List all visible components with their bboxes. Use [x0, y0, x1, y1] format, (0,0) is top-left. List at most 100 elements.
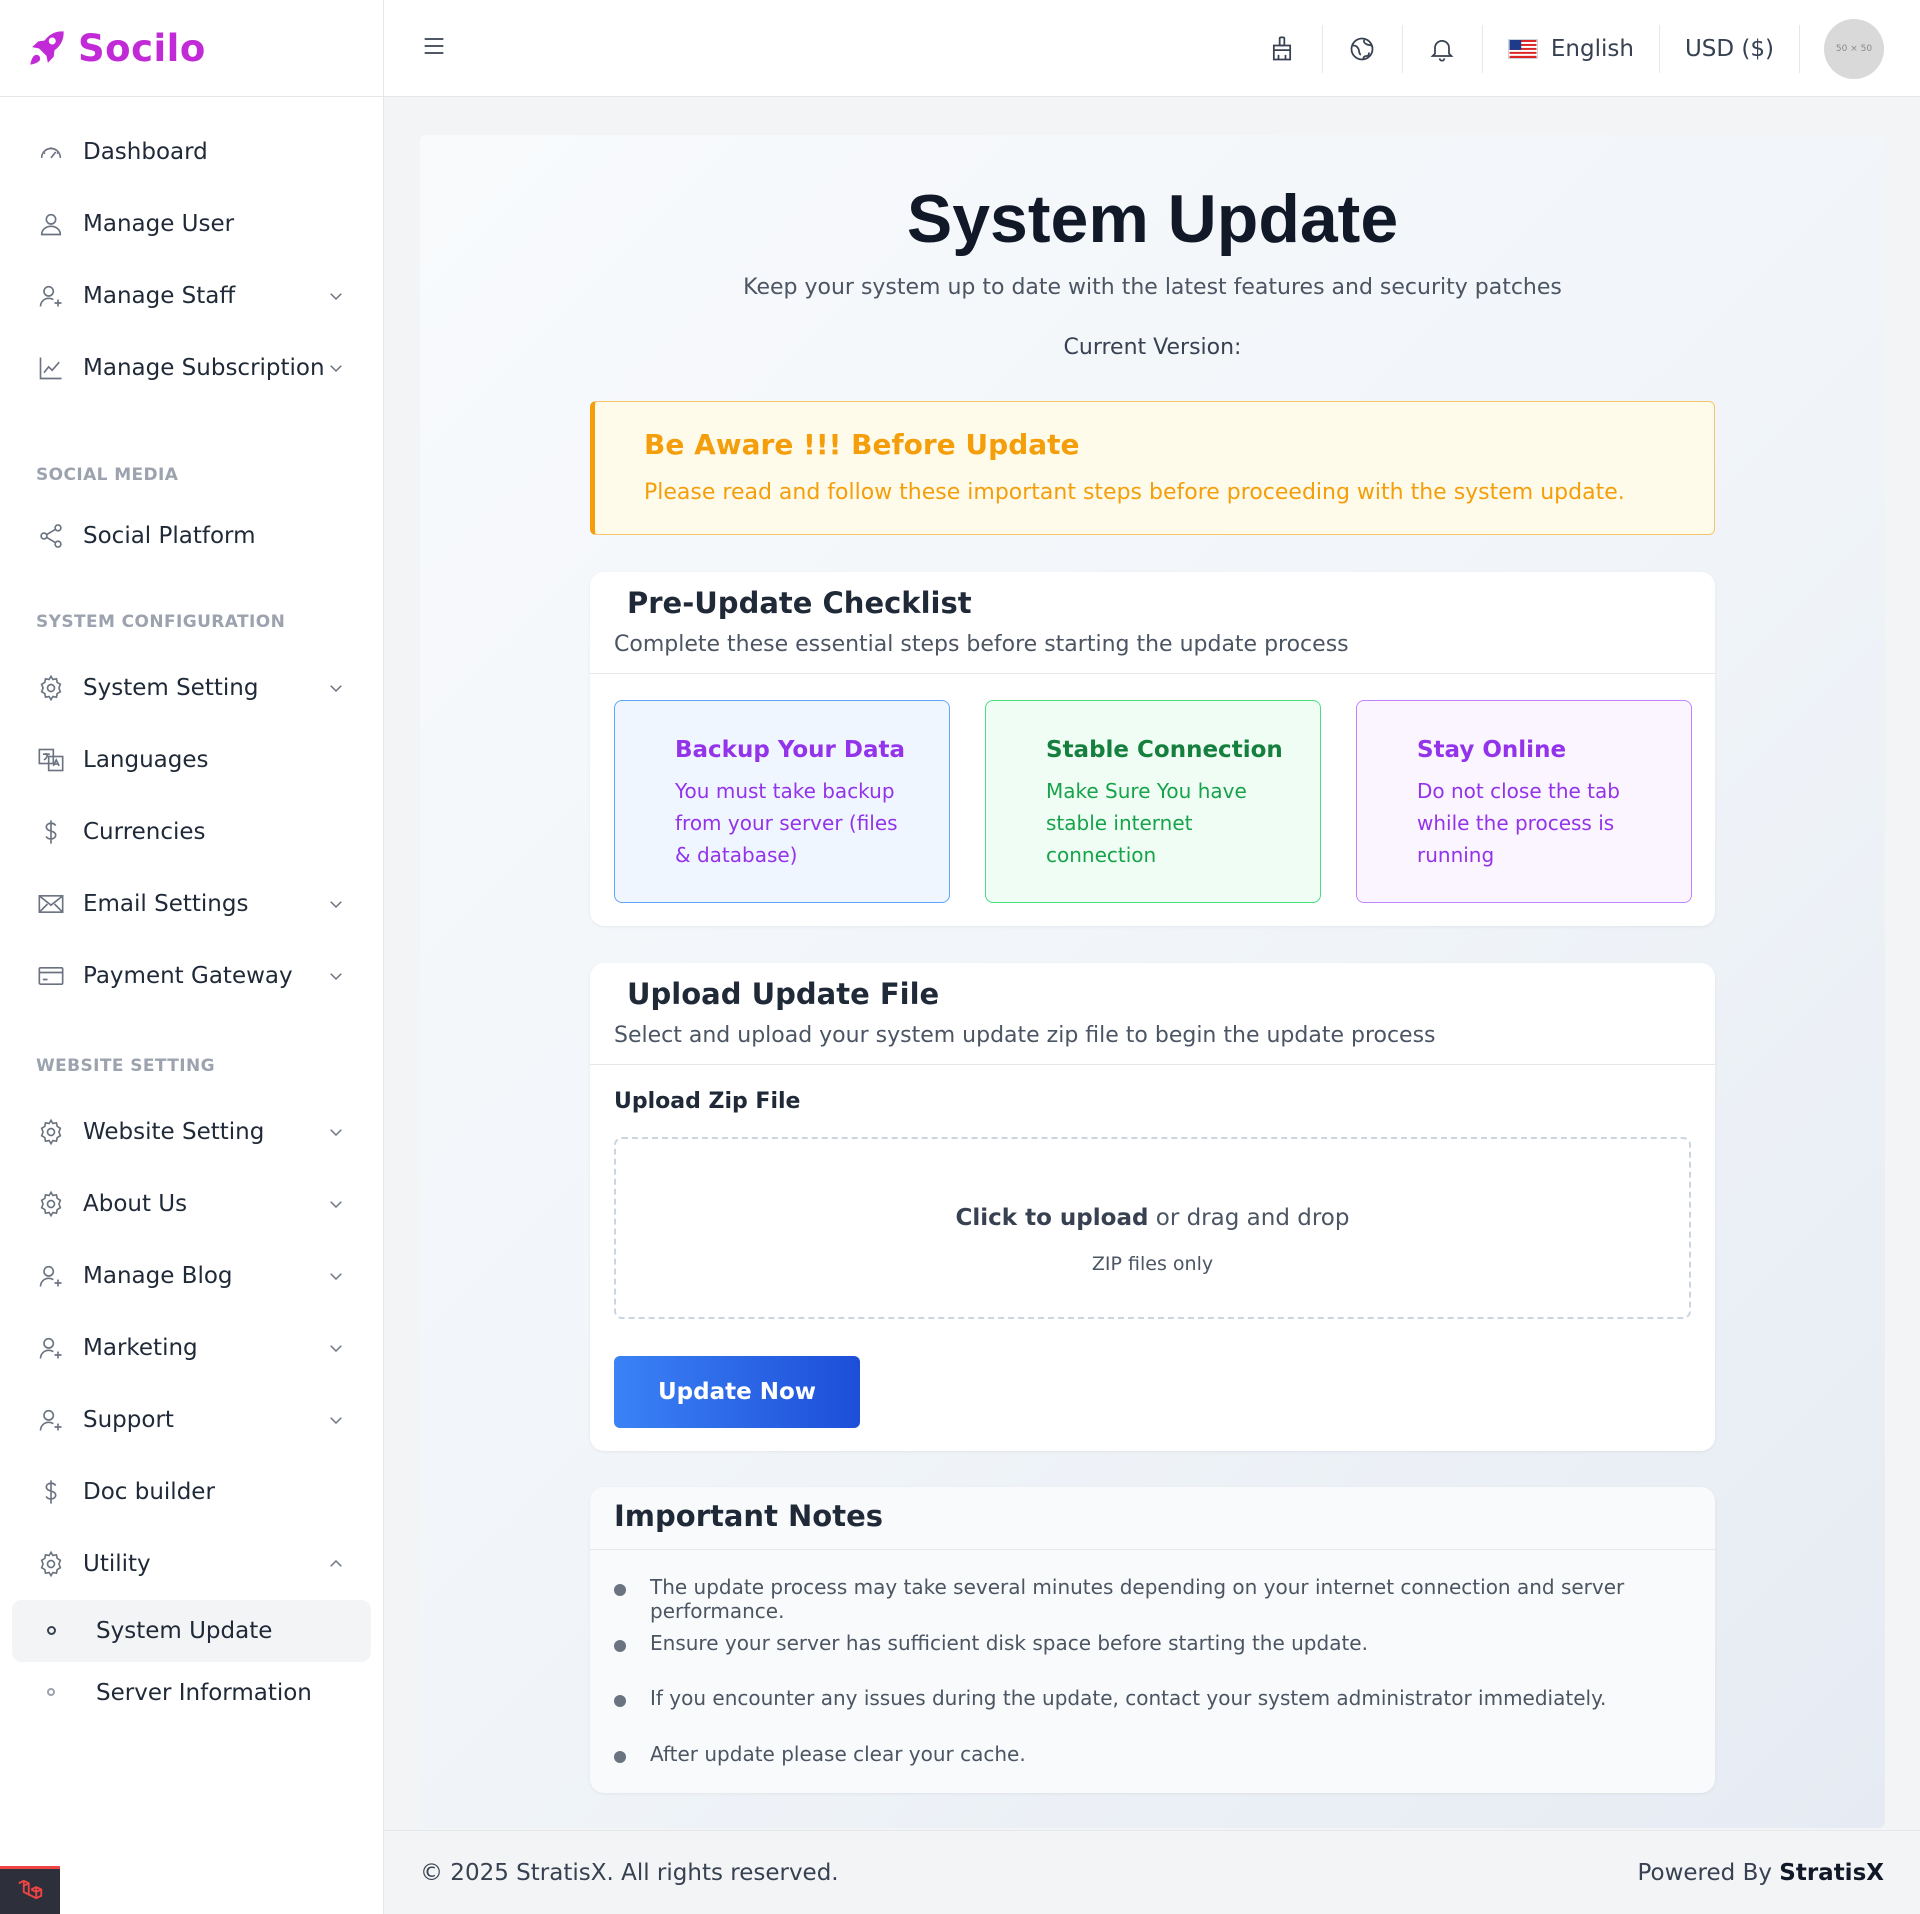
list-item: Ensure your server has sufficient disk s…: [614, 1631, 1715, 1687]
note-text: After update please clear your cache.: [650, 1741, 1026, 1766]
gauge-icon: [36, 137, 66, 167]
sidebar-item-support[interactable]: Support: [0, 1384, 383, 1456]
sidebar-item-manage-user[interactable]: Manage User: [0, 188, 383, 260]
clear-cache-button[interactable]: [1243, 24, 1323, 73]
section-label-social-media: SOCIAL MEDIA: [36, 465, 179, 485]
hamburger-menu-icon[interactable]: [420, 32, 448, 60]
sidebar-nav: Dashboard Manage User Manage Staff Manag…: [0, 97, 383, 1724]
checklist-item-text: Do not close the tab while the process i…: [1417, 779, 1620, 867]
chevron-down-icon: [330, 365, 342, 373]
pre-update-checklist-card: Pre-Update Checklist Complete these esse…: [590, 572, 1715, 926]
dollar-icon: [36, 1477, 66, 1507]
brand-logo[interactable]: Socilo: [0, 0, 383, 97]
envelope-icon: [36, 889, 66, 919]
chevron-down-icon: [330, 1417, 342, 1425]
chevron-up-icon: [330, 1559, 342, 1567]
top-bar: English USD ($) 50 × 50: [384, 0, 1920, 97]
dropzone-hint: ZIP files only: [1091, 1253, 1214, 1275]
user-plus-icon: [36, 1333, 66, 1363]
sidebar-subitem-server-information[interactable]: Server Information: [12, 1662, 371, 1724]
list-item: The update process may take several minu…: [614, 1575, 1715, 1631]
dollar-icon: [36, 817, 66, 847]
click-to-upload-link[interactable]: Click to upload: [956, 1205, 1149, 1231]
currency-label: USD ($): [1684, 35, 1774, 62]
current-version: Current Version:: [1063, 335, 1242, 360]
sidebar-item-label: Languages: [83, 747, 209, 773]
copyright-text: © 2025 StratisX. All rights reserved.: [420, 1860, 839, 1886]
translate-icon: [36, 745, 66, 775]
chevron-down-icon: [330, 1273, 342, 1281]
sidebar-item-payment-gateway[interactable]: Payment Gateway: [0, 940, 383, 1012]
sidebar-item-label: Social Platform: [83, 523, 256, 549]
page-footer: © 2025 StratisX. All rights reserved. Po…: [384, 1830, 1920, 1914]
chevron-down-icon: [330, 685, 342, 693]
card-header: Upload Update File Select and upload you…: [590, 963, 1715, 1065]
important-notes-card: Important Notes The update process may t…: [590, 1487, 1715, 1793]
checklist-item-backup: Backup Your Data You must take backup fr…: [614, 700, 950, 903]
sidebar-item-utility[interactable]: Utility: [0, 1528, 383, 1600]
sidebar-item-label: Payment Gateway: [83, 963, 293, 989]
notes-list: The update process may take several minu…: [614, 1575, 1715, 1797]
update-now-button[interactable]: Update Now: [614, 1356, 860, 1428]
sidebar-subitem-system-update[interactable]: System Update: [12, 1600, 371, 1662]
sidebar-item-manage-subscription[interactable]: Manage Subscription: [0, 332, 383, 404]
checklist-item-text: You must take backup from your server (f…: [675, 779, 898, 867]
checklist-item-title: Stable Connection: [1046, 737, 1283, 763]
sidebar-item-label: Utility: [83, 1551, 151, 1577]
chevron-down-icon: [330, 973, 342, 981]
sidebar-item-label: Manage User: [83, 211, 235, 237]
sidebar-item-label: Support: [83, 1407, 174, 1433]
upload-update-card: Upload Update File Select and upload you…: [590, 963, 1715, 1451]
gear-icon: [36, 673, 66, 703]
sidebar-item-email-settings[interactable]: Email Settings: [0, 868, 383, 940]
upload-title: Upload Update File: [627, 977, 940, 1011]
language-selector[interactable]: English: [1483, 24, 1660, 73]
notes-title: Important Notes: [614, 1499, 884, 1533]
currency-selector[interactable]: USD ($): [1660, 24, 1800, 73]
sidebar-item-label: Manage Subscription: [83, 355, 325, 381]
laravel-debug-badge[interactable]: [0, 1866, 60, 1914]
chevron-down-icon: [330, 1129, 342, 1137]
page-title: System Update: [906, 181, 1399, 257]
chart-line-icon: [36, 353, 66, 383]
sidebar-item-label: About Us: [83, 1191, 188, 1217]
card-header: Important Notes: [590, 1487, 1715, 1550]
laravel-icon: [18, 1879, 43, 1899]
sidebar-item-website-setting[interactable]: Website Setting: [0, 1096, 383, 1168]
sidebar-item-about-us[interactable]: About Us: [0, 1168, 383, 1240]
website-link-button[interactable]: [1323, 24, 1403, 73]
sidebar-item-dashboard[interactable]: Dashboard: [0, 116, 383, 188]
sidebar-item-manage-blog[interactable]: Manage Blog: [0, 1240, 383, 1312]
section-label-system-configuration: SYSTEM CONFIGURATION: [36, 612, 286, 632]
note-text: If you encounter any issues during the u…: [650, 1686, 1607, 1710]
sidebar-item-label: Marketing: [83, 1335, 198, 1361]
page-subtitle: Keep your system up to date with the lat…: [743, 275, 1562, 300]
checklist-item-text: Make Sure You have stable internet conne…: [1046, 779, 1247, 867]
sidebar-item-system-setting[interactable]: System Setting: [0, 652, 383, 724]
bullet-icon: [614, 1639, 626, 1652]
chevron-down-icon: [330, 293, 342, 301]
alert-text: Please read and follow these important s…: [644, 480, 1625, 505]
upload-desc: Select and upload your system update zip…: [614, 1023, 1436, 1048]
bell-icon: [1430, 39, 1454, 62]
sidebar-item-social-platform[interactable]: Social Platform: [0, 500, 383, 572]
note-text: The update process may take several minu…: [650, 1575, 1625, 1623]
notifications-button[interactable]: [1403, 24, 1483, 73]
checklist-item-title: Backup Your Data: [675, 737, 906, 763]
sidebar-item-manage-staff[interactable]: Manage Staff: [0, 260, 383, 332]
upload-zip-label: Upload Zip File: [614, 1089, 801, 1114]
sidebar-item-languages[interactable]: Languages: [0, 724, 383, 796]
chevron-down-icon: [330, 901, 342, 909]
sidebar-item-marketing[interactable]: Marketing: [0, 1312, 383, 1384]
powered-brand-link[interactable]: StratisX: [1779, 1860, 1884, 1886]
zip-file-dropzone[interactable]: Click to upload or drag and drop ZIP fil…: [614, 1137, 1691, 1319]
sidebar-item-doc-builder[interactable]: Doc builder: [0, 1456, 383, 1528]
sidebar-item-label: Manage Blog: [83, 1263, 233, 1289]
credit-card-icon: [36, 961, 66, 991]
sidebar-item-currencies[interactable]: Currencies: [0, 796, 383, 868]
avatar[interactable]: 50 × 50: [1824, 18, 1884, 79]
bullet-dot-icon: [47, 1626, 56, 1635]
gear-icon: [36, 1189, 66, 1219]
sidebar-item-label: Dashboard: [83, 139, 208, 165]
language-label: English: [1550, 35, 1634, 62]
